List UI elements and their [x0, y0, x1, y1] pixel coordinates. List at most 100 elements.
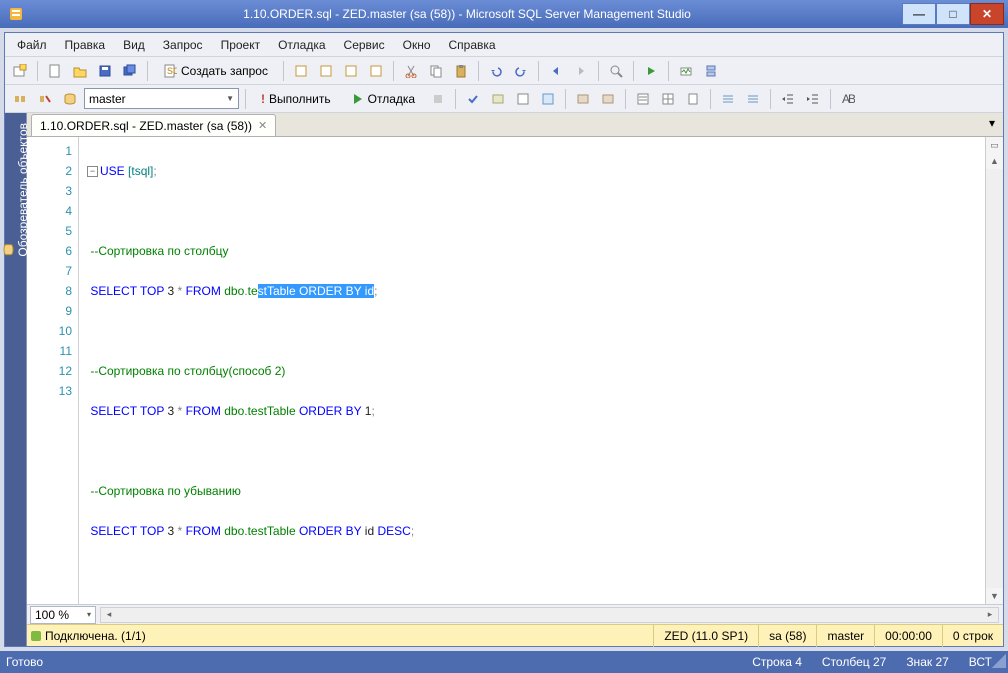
nav-forward-button[interactable]: [570, 60, 592, 82]
save-button[interactable]: [94, 60, 116, 82]
query-type-4-button[interactable]: [365, 60, 387, 82]
open-button[interactable]: [69, 60, 91, 82]
uncomment-button[interactable]: [742, 88, 764, 110]
tab-list-button[interactable]: ▾: [981, 112, 1003, 134]
connection-rows: 0 строк: [942, 625, 1003, 647]
vertical-scrollbar[interactable]: ▭ ▲ ▼: [985, 137, 1003, 604]
new-project-button[interactable]: [9, 60, 31, 82]
results-to-grid-button[interactable]: [657, 88, 679, 110]
dropdown-arrow-icon: ▼: [226, 94, 234, 103]
include-stats-button[interactable]: [597, 88, 619, 110]
copy-button[interactable]: [425, 60, 447, 82]
menu-debug[interactable]: Отладка: [270, 35, 333, 55]
change-db-button[interactable]: [59, 88, 81, 110]
connected-icon: [31, 631, 41, 641]
connection-db: master: [816, 625, 874, 647]
close-tab-icon[interactable]: ✕: [258, 119, 267, 132]
scroll-up-icon[interactable]: ▲: [986, 153, 1003, 169]
database-dropdown[interactable]: master ▼: [84, 88, 239, 109]
increase-indent-button[interactable]: [802, 88, 824, 110]
find-button[interactable]: [605, 60, 627, 82]
status-column: Столбец 27: [812, 655, 896, 669]
close-button[interactable]: ✕: [970, 3, 1004, 25]
change-connection-button[interactable]: [9, 88, 31, 110]
include-actual-plan-button[interactable]: [572, 88, 594, 110]
dropdown-arrow-icon: ▾: [87, 610, 91, 619]
menu-bar: Файл Правка Вид Запрос Проект Отладка Се…: [5, 33, 1003, 57]
minimize-button[interactable]: —: [902, 3, 936, 25]
document-tab-label: 1.10.ORDER.sql - ZED.master (sa (58)): [40, 119, 252, 133]
debug-label: Отладка: [368, 92, 415, 106]
intellisense-button[interactable]: [537, 88, 559, 110]
object-explorer-tab[interactable]: Обозреватель объектов: [5, 113, 27, 646]
nav-back-button[interactable]: [545, 60, 567, 82]
horizontal-scrollbar[interactable]: ◂ ▸: [100, 607, 999, 623]
new-query-button[interactable]: sql Создать запрос: [154, 60, 277, 82]
query-type-2-button[interactable]: [315, 60, 337, 82]
status-char: Знак 27: [896, 655, 958, 669]
parse-button[interactable]: [462, 88, 484, 110]
connection-status-bar: Подключена. (1/1) ZED (11.0 SP1) sa (58)…: [27, 624, 1003, 646]
menu-view[interactable]: Вид: [115, 35, 153, 55]
title-bar: 1.10.ORDER.sql - ZED.master (sa (58)) - …: [0, 0, 1008, 28]
redo-button[interactable]: [510, 60, 532, 82]
estimated-plan-button[interactable]: [487, 88, 509, 110]
maximize-button[interactable]: □: [936, 3, 970, 25]
object-explorer-icon: [2, 243, 16, 257]
cut-button[interactable]: [400, 60, 422, 82]
zoom-dropdown[interactable]: 100 % ▾: [30, 606, 96, 624]
connection-time: 00:00:00: [874, 625, 942, 647]
menu-query[interactable]: Запрос: [155, 35, 211, 55]
start-button[interactable]: [640, 60, 662, 82]
scroll-right-icon[interactable]: ▸: [982, 608, 998, 622]
activity-monitor-button[interactable]: [675, 60, 697, 82]
query-type-1-button[interactable]: [290, 60, 312, 82]
undo-button[interactable]: [485, 60, 507, 82]
main-toolbar: sql Создать запрос: [5, 57, 1003, 85]
query-options-button[interactable]: [512, 88, 534, 110]
new-item-button[interactable]: [44, 60, 66, 82]
menu-edit[interactable]: Правка: [57, 35, 114, 55]
resize-grip-icon[interactable]: [992, 654, 1006, 668]
svg-text:sql: sql: [167, 64, 177, 77]
menu-project[interactable]: Проект: [213, 35, 269, 55]
execute-button[interactable]: ! Выполнить: [252, 88, 340, 110]
window-title: 1.10.ORDER.sql - ZED.master (sa (58)) - …: [32, 7, 902, 21]
split-handle-icon[interactable]: ▭: [986, 137, 1003, 153]
specify-values-button[interactable]: AB: [837, 88, 859, 110]
scroll-left-icon[interactable]: ◂: [101, 608, 117, 622]
query-type-3-button[interactable]: [340, 60, 362, 82]
registered-servers-button[interactable]: [700, 60, 722, 82]
results-to-text-button[interactable]: [632, 88, 654, 110]
outline-collapse-icon[interactable]: −: [87, 166, 98, 177]
status-ready: Готово: [6, 655, 43, 669]
disconnect-button[interactable]: [34, 88, 56, 110]
document-tab-active[interactable]: 1.10.ORDER.sql - ZED.master (sa (58)) ✕: [31, 114, 276, 136]
comment-button[interactable]: [717, 88, 739, 110]
menu-service[interactable]: Сервис: [336, 35, 393, 55]
window-controls: — □ ✕: [902, 3, 1004, 27]
svg-text:B: B: [848, 92, 855, 106]
editor-footer: 100 % ▾ ◂ ▸: [27, 604, 1003, 624]
results-to-file-button[interactable]: [682, 88, 704, 110]
execute-label: Выполнить: [269, 92, 331, 106]
zoom-value: 100 %: [35, 608, 69, 622]
save-all-button[interactable]: [119, 60, 141, 82]
connection-status-text: Подключена. (1/1): [45, 629, 146, 643]
menu-file[interactable]: Файл: [9, 35, 55, 55]
status-line: Строка 4: [742, 655, 812, 669]
paste-button[interactable]: [450, 60, 472, 82]
app-icon: [6, 4, 26, 24]
code-content[interactable]: −USE [tsql]; --Сортировка по столбцу SEL…: [79, 137, 985, 604]
document-tabs: 1.10.ORDER.sql - ZED.master (sa (58)) ✕ …: [27, 113, 1003, 137]
menu-help[interactable]: Справка: [441, 35, 504, 55]
line-number-gutter: 1 2 3 4 5 6 7 8 9 10 11 12 13: [27, 137, 79, 604]
debug-button[interactable]: Отладка: [343, 88, 424, 110]
scroll-down-icon[interactable]: ▼: [986, 588, 1003, 604]
connection-server: ZED (11.0 SP1): [653, 625, 758, 647]
new-query-label: Создать запрос: [181, 64, 268, 78]
decrease-indent-button[interactable]: [777, 88, 799, 110]
code-editor[interactable]: 1 2 3 4 5 6 7 8 9 10 11 12 13 −USE: [27, 137, 985, 604]
cancel-query-button[interactable]: [427, 88, 449, 110]
menu-window[interactable]: Окно: [395, 35, 439, 55]
